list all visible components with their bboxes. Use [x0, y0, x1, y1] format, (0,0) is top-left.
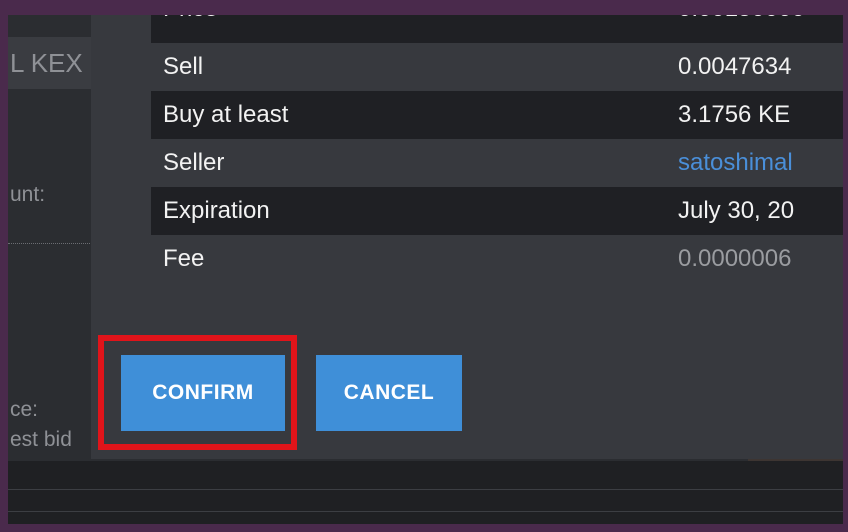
detail-label: Expiration: [163, 197, 270, 224]
detail-row-seller: Seller satoshimal: [151, 139, 843, 187]
highlight-box: [98, 335, 297, 450]
detail-value: 0.0000006: [678, 245, 792, 272]
background-bid-label: est bid: [10, 428, 72, 451]
background-divider: [8, 511, 843, 512]
detail-label: Seller: [163, 149, 225, 176]
detail-row-fee: Fee 0.0000006: [151, 235, 843, 283]
detail-value: July 30, 20: [678, 197, 795, 224]
background-amount-label: unt:: [10, 183, 46, 206]
cancel-button[interactable]: CANCEL: [316, 355, 462, 431]
app-window: L KEX unt: ce: est bid Price 0.00150000 …: [8, 15, 843, 524]
detail-value: 0.0047634: [678, 53, 792, 80]
confirm-order-modal: Price 0.00150000 Sell 0.0047634 Buy at l…: [91, 15, 843, 459]
background-price-label: ce:: [10, 398, 39, 421]
detail-row-expiration: Expiration July 30, 20: [151, 187, 843, 235]
detail-label: Buy at least: [163, 101, 289, 128]
detail-label: Price: [163, 15, 218, 23]
detail-value: 0.00150000: [678, 15, 843, 23]
background-footer: [8, 461, 843, 524]
detail-label: Fee: [163, 245, 205, 272]
detail-row-price: Price 0.00150000: [151, 15, 843, 43]
background-divider: [8, 243, 98, 244]
detail-row-sell: Sell 0.0047634: [151, 43, 843, 91]
seller-link[interactable]: satoshimal: [678, 139, 843, 187]
order-details-table: Price 0.00150000 Sell 0.0047634 Buy at l…: [151, 15, 843, 283]
detail-row-buy-at-least: Buy at least 3.1756 KE: [151, 91, 843, 139]
detail-label: Sell: [163, 53, 204, 80]
detail-value: 3.1756 KE: [678, 101, 791, 128]
background-divider: [8, 489, 843, 490]
